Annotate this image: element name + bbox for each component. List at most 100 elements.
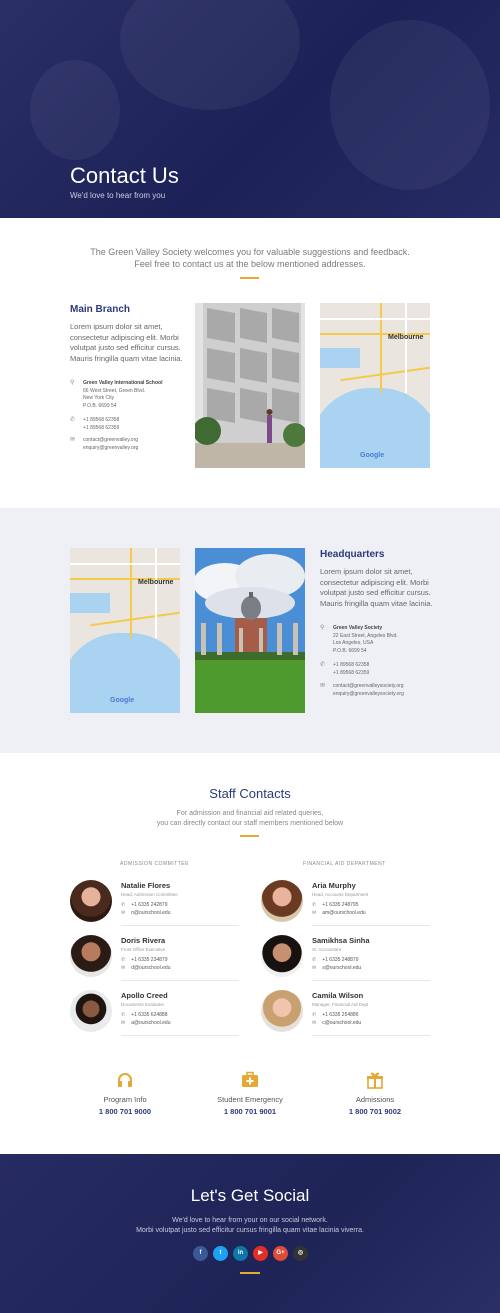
divider [121,1035,239,1036]
instagram-icon[interactable]: ◎ [293,1246,308,1261]
gift-icon [366,1071,384,1089]
address-line: 66 West Street, Green Blvd. [83,387,146,394]
staff-phone[interactable]: ✆ +1 6335 248795 [312,902,359,908]
avatar [261,935,303,977]
phone-icon: ✆ [121,902,126,908]
staff-name: Natalie Flores [121,881,171,890]
google-plus-icon[interactable]: G+ [273,1246,288,1261]
staff-phone[interactable]: ✆ +1 6335 234879 [121,957,168,963]
divider [121,925,239,926]
intro-line-1: The Green Valley Society welcomes you fo… [90,247,410,257]
social-footer: Let's Get Social We'd love to hear from … [0,1154,500,1313]
staff-email[interactable]: ✉ c@ourschool.edu [312,1020,361,1026]
divider [312,980,430,981]
main-branch-title: Main Branch [70,304,131,315]
divider [240,835,259,837]
map-headquarters[interactable]: Melbourne Google [70,548,180,713]
staff-email[interactable]: ✉ s@ourschool.edu [312,965,361,971]
map-main-branch[interactable]: Melbourne Google [320,303,430,468]
staff-title: Staff Contacts [209,786,291,801]
staff-email[interactable]: ✉ am@ourschool.edu [312,910,366,916]
contact-number[interactable]: 1 800 701 9002 [315,1107,435,1116]
staff-phone[interactable]: ✆ +1 6335 624888 [121,1012,168,1018]
dept-label-financial: FINANCIAL AID DEPARTMENT [303,861,386,867]
staff-phone[interactable]: ✆ +1 6335 254886 [312,1012,359,1018]
envelope-icon: ✉ [312,910,317,916]
social-title: Let's Get Social [190,1186,310,1205]
first-aid-kit-icon [241,1071,259,1089]
youtube-icon[interactable]: ▶ [253,1246,268,1261]
staff-phone[interactable]: ✆ +1 6335 242879 [121,902,168,908]
staff-name: Aria Murphy [312,881,356,890]
staff-role: Front Office Executive [121,947,166,952]
staff-role: Head, Admission Committee [121,892,178,897]
phone-icon: ✆ [320,662,326,668]
hero-banner: Contact Us We'd love to hear from you [0,0,500,218]
staff-email[interactable]: ✉ n@ourschool.edu [121,910,170,916]
staff-name: Camila Wilson [312,991,364,1000]
address-line: P.O.B. 6699 54 [333,647,367,654]
program-info-block: Program Info 1 800 701 9000 [65,1071,185,1116]
staff-sub-line-2: you can directly contact our staff membe… [156,820,344,827]
main-branch-text: Lorem ipsum dolor sit amet, consectetur … [70,322,183,363]
envelope-icon: ✉ [121,1020,126,1026]
contact-label: Student Emergency [217,1095,283,1104]
envelope-icon: ✉ [320,683,326,689]
staff-role: Manager, Financial Aid Dept [312,1002,369,1007]
phone-icon: ✆ [121,957,126,963]
envelope-icon: ✉ [121,910,126,916]
student-emergency-block: Student Emergency 1 800 701 9001 [190,1071,310,1116]
divider [121,980,239,981]
social-line-2: Morbi volutpat justo sed efficitur cursu… [136,1227,364,1234]
address-line: P.O.B. 6699 54 [83,402,117,409]
phone-icon: ✆ [70,417,76,423]
envelope-icon: ✉ [312,1020,317,1026]
avatar [70,990,112,1032]
phone-icon: ✆ [121,1012,126,1018]
email-link[interactable]: enquiry@greenvalleysociety.org [333,691,404,697]
contact-label: Program Info [103,1095,147,1104]
twitter-icon[interactable]: t [213,1246,228,1261]
email-link[interactable]: enquiry@greenvalley.org [83,445,138,451]
address-line: Los Angeles, USA [333,640,374,646]
location-pin-icon: ⚲ [70,380,75,386]
email-link[interactable]: contact@greenvalley.org [83,437,138,443]
building-photo [195,303,305,468]
staff-name: Doris Rivera [121,936,166,945]
phone-number[interactable]: +1 89568 62358 [333,662,369,668]
staff-phone[interactable]: ✆ +1 6335 248879 [312,957,359,963]
staff-sub-line-1: For admission and financial aid related … [176,810,324,817]
phone-number[interactable]: +1 89568 62358 [83,417,119,423]
envelope-icon: ✉ [121,965,126,971]
avatar [70,935,112,977]
divider [240,277,259,279]
staff-subtitle: For admission and financial aid related … [0,809,500,829]
staff-name: Apollo Creed [121,991,168,1000]
divider [312,1035,430,1036]
phone-number[interactable]: +1 89568 62359 [333,670,369,676]
contact-number[interactable]: 1 800 701 9001 [190,1107,310,1116]
staff-name: Samikhsa Sinha [312,936,370,945]
envelope-icon: ✉ [312,965,317,971]
google-logo: Google [360,452,385,459]
page-title: Contact Us [70,163,179,188]
staff-email[interactable]: ✉ a@ourschool.edu [121,1020,170,1026]
map-city-label: Melbourne [388,334,424,341]
staff-role: Documents Evaluator [121,1002,165,1007]
address-name: Green Valley International School [83,380,163,386]
facebook-icon[interactable]: f [193,1246,208,1261]
avatar [261,880,303,922]
linkedin-icon[interactable]: in [233,1246,248,1261]
staff-email[interactable]: ✉ d@ourschool.edu [121,965,170,971]
address-line: New York City [83,395,115,401]
headphones-icon [116,1071,134,1089]
phone-icon: ✆ [312,902,317,908]
google-logo: Google [110,697,135,704]
address-line: 22 East Street, Angeles Blvd. [333,632,398,639]
phone-number[interactable]: +1 89568 62359 [83,425,119,431]
contact-number[interactable]: 1 800 701 9000 [65,1107,185,1116]
phone-icon: ✆ [312,957,317,963]
email-link[interactable]: contact@greenvalleysociety.org [333,683,404,689]
avatar [70,880,112,922]
phone-icon: ✆ [312,1012,317,1018]
